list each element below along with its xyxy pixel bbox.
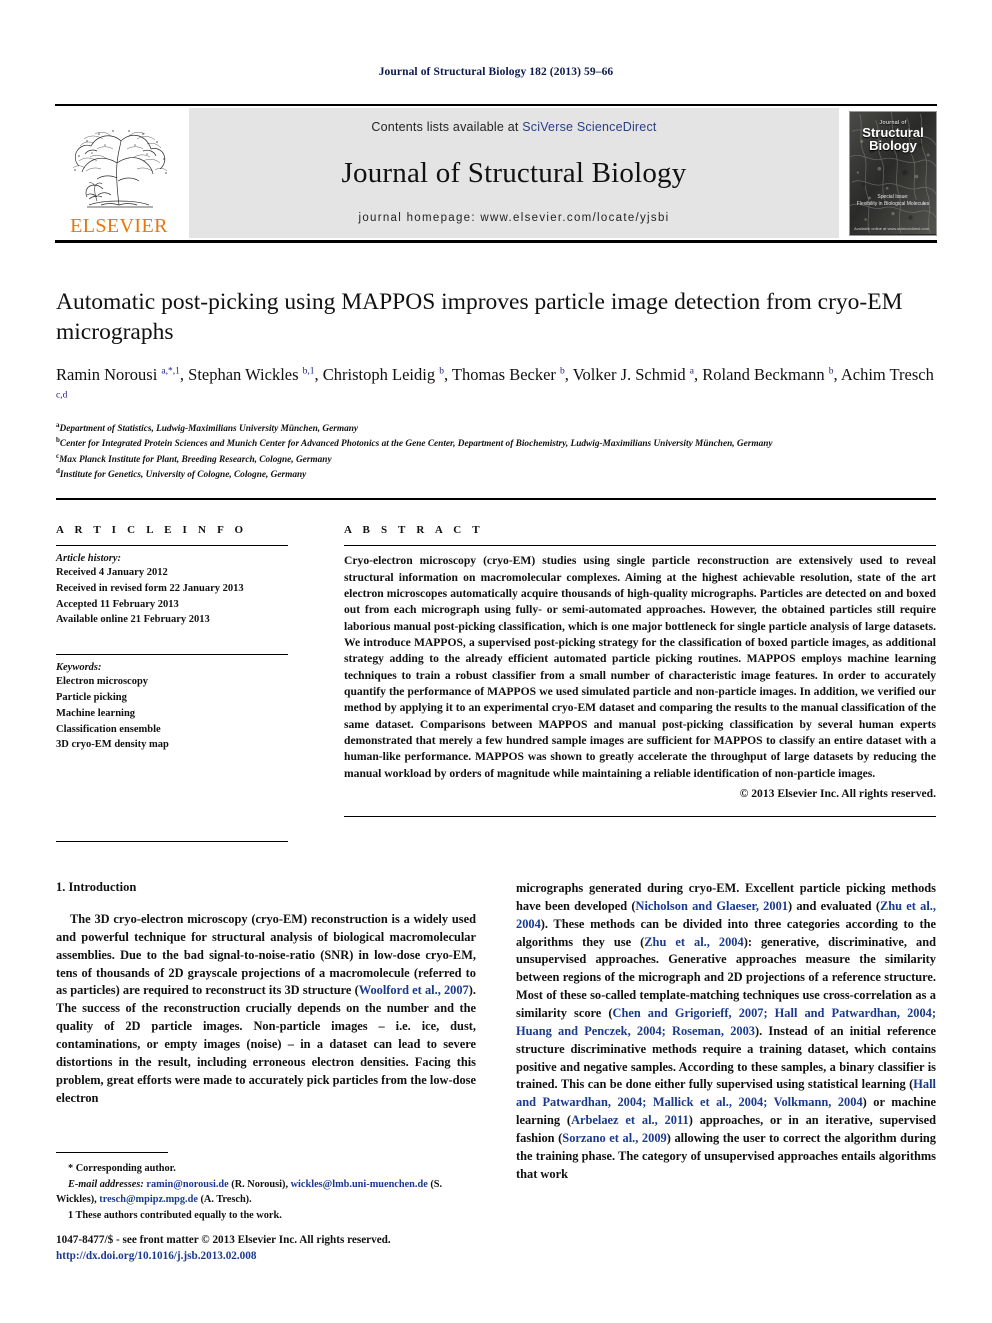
affiliation-item: aDepartment of Statistics, Ludwig-Maximi… <box>56 421 936 436</box>
masthead-rule-top <box>55 104 937 106</box>
keyword-item: Machine learning <box>56 707 136 719</box>
keyword-item: 3D cryo-EM density map <box>56 739 169 751</box>
cover-footer-text: Available online at www.sciencedirect.co… <box>854 225 930 231</box>
article-info-heading: A R T I C L E I N F O <box>56 524 248 536</box>
cover-sub-2: Flexibility in Biological Molecules <box>856 201 930 207</box>
affiliation-text: Department of Statistics, Ludwig-Maximil… <box>59 424 359 435</box>
cover-subtitle: Special Issue: Flexibility in Biological… <box>850 194 936 209</box>
masthead-center-panel: Contents lists available at SciVerse Sci… <box>189 108 839 238</box>
cover-sub-1: Special Issue: <box>877 193 909 200</box>
abstract-copyright: © 2013 Elsevier Inc. All rights reserved… <box>739 787 936 800</box>
journal-title: Journal of Structural Biology <box>341 156 687 189</box>
cover-line-3: Biology <box>869 138 917 154</box>
cover-title-text: Journal of Structural Biology <box>850 120 936 153</box>
body-column-right: micrographs generated during cryo-EM. Ex… <box>516 880 936 1184</box>
paper-page: Journal of Structural Biology 182 (2013)… <box>0 0 992 1323</box>
footnote-email-addresses[interactable]: E-mail addresses: ramin@norousi.de (R. N… <box>56 1177 476 1208</box>
journal-masthead: ELSEVIER Contents lists available at Sci… <box>55 108 937 238</box>
abstract-block: A B S T R A C T Cryo-electron microscopy… <box>344 524 936 818</box>
affiliation-list: aDepartment of Statistics, Ludwig-Maximi… <box>56 421 936 482</box>
elsevier-logo: ELSEVIER <box>55 108 183 238</box>
article-history-item: Available online 21 February 2013 <box>56 614 210 626</box>
affiliation-item: cMax Planck Institute for Plant, Breedin… <box>56 452 936 467</box>
masthead-rule-bottom <box>55 240 937 243</box>
abstract-bottom-rule <box>344 816 936 818</box>
title-block: Automatic post-picking using MAPPOS impr… <box>56 288 936 482</box>
article-info-block: A R T I C L E I N F O Article history: R… <box>56 524 288 753</box>
affiliation-text: Institute for Genetics, University of Co… <box>59 470 307 480</box>
article-history-item: Received 4 January 2012 <box>56 567 168 579</box>
article-history-item: Accepted 11 February 2013 <box>56 598 179 610</box>
affiliation-text: Center for Integrated Protein Sciences a… <box>59 439 773 450</box>
journal-cover-thumbnail: Journal of Structural Biology Special Is… <box>849 110 937 236</box>
affiliation-item: dInstitute for Genetics, University of C… <box>56 467 936 482</box>
sciencedirect-link[interactable]: SciVerse ScienceDirect <box>522 120 656 134</box>
footnote-rule <box>56 1152 168 1154</box>
doi-link[interactable]: http://dx.doi.org/10.1016/j.jsb.2013.02.… <box>56 1248 616 1264</box>
affiliation-item: bCenter for Integrated Protein Sciences … <box>56 436 936 451</box>
article-info-bottom-rule <box>56 841 288 843</box>
body-column-left: 1. Introduction The 3D cryo-electron mic… <box>56 880 476 1107</box>
issn-front-matter: 1047-8477/$ - see front matter © 2013 El… <box>56 1234 391 1246</box>
cover-line-2: Structural <box>862 124 924 140</box>
keyword-item: Electron microscopy <box>56 676 149 688</box>
elsevier-tree-icon <box>72 130 168 208</box>
contents-prefix: Contents lists available at <box>371 120 523 134</box>
footnote-corresponding-author: * Corresponding author. <box>68 1163 176 1175</box>
abstract-rule <box>344 545 936 547</box>
keyword-item: Classification ensemble <box>56 723 161 735</box>
affiliation-text: Max Planck Institute for Plant, Breeding… <box>59 454 332 465</box>
journal-homepage-line[interactable]: journal homepage: www.elsevier.com/locat… <box>358 212 669 224</box>
running-head: Journal of Structural Biology 182 (2013)… <box>378 66 614 78</box>
intro-paragraph-left: The 3D cryo-electron microscopy (cryo-EM… <box>56 912 476 1105</box>
keywords-label: Keywords: <box>56 662 102 674</box>
page-title: Automatic post-picking using MAPPOS impr… <box>56 289 903 345</box>
info-band-rule <box>56 498 936 500</box>
page-footer: 1047-8477/$ - see front matter © 2013 El… <box>56 1232 616 1264</box>
elsevier-wordmark: ELSEVIER <box>70 215 168 237</box>
abstract-heading: A B S T R A C T <box>344 524 484 536</box>
author-list: Ramin Norousi a,*,1, Stephan Wickles b,1… <box>56 365 934 401</box>
keyword-item: Particle picking <box>56 692 127 704</box>
intro-paragraph-right: micrographs generated during cryo-EM. Ex… <box>516 881 937 1181</box>
article-history-label: Article history: <box>56 553 122 565</box>
keywords-rule <box>56 654 288 656</box>
article-info-rule <box>56 545 288 547</box>
abstract-text: Cryo-electron microscopy (cryo-EM) studi… <box>344 554 936 780</box>
footnotes-block: * Corresponding author. E-mail addresses… <box>56 1152 476 1223</box>
article-history-item: Received in revised form 22 January 2013 <box>56 582 244 594</box>
footnote-equal-contribution: 1 These authors contributed equally to t… <box>68 1209 282 1221</box>
contents-available-line: Contents lists available at SciVerse Sci… <box>371 120 656 134</box>
section-heading-introduction: 1. Introduction <box>56 880 137 894</box>
